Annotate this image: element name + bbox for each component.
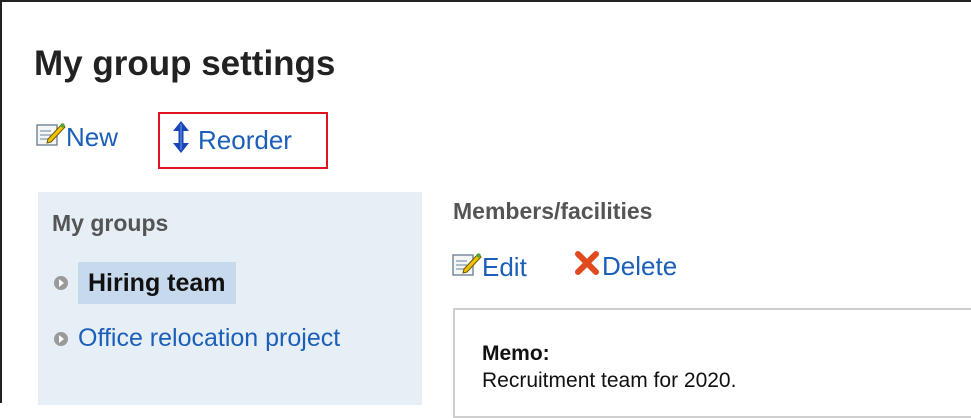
delete-button-label: Delete [602, 251, 678, 281]
memo-text: Recruitment team for 2020. [482, 369, 737, 392]
sidebar-title: My groups [52, 210, 169, 236]
memo-label: Memo: [482, 342, 550, 365]
delete-button[interactable]: Delete [574, 251, 677, 282]
sidebar-item-label: Hiring team [78, 262, 236, 304]
sidebar-item-hiring-team[interactable]: Hiring team [54, 262, 236, 304]
red-x-icon [574, 251, 600, 282]
vertical-arrows-icon [170, 120, 192, 161]
new-button[interactable]: New [36, 121, 118, 154]
sidebar-item-label: Office relocation project [78, 324, 341, 352]
edit-button-label: Edit [482, 252, 527, 282]
page-title: My group settings [34, 44, 336, 83]
edit-pencil-icon [452, 251, 482, 284]
my-groups-sidebar: My groups Hiring team Office relocation … [38, 192, 422, 405]
section-title: Members/facilities [453, 198, 653, 224]
edit-pencil-icon [36, 121, 66, 154]
reorder-button-label: Reorder [198, 125, 292, 155]
edit-button[interactable]: Edit [452, 251, 527, 284]
new-button-label: New [66, 122, 119, 152]
reorder-button[interactable]: Reorder [158, 112, 328, 169]
circle-arrow-bullet-icon [54, 331, 68, 346]
memo-panel: Memo: Recruitment team for 2020. [453, 308, 971, 418]
circle-arrow-bullet-icon [54, 276, 68, 290]
sidebar-item-office-relocation-project[interactable]: Office relocation project [54, 324, 340, 353]
app-window: My group settings New Reorder My groups [0, 0, 971, 418]
